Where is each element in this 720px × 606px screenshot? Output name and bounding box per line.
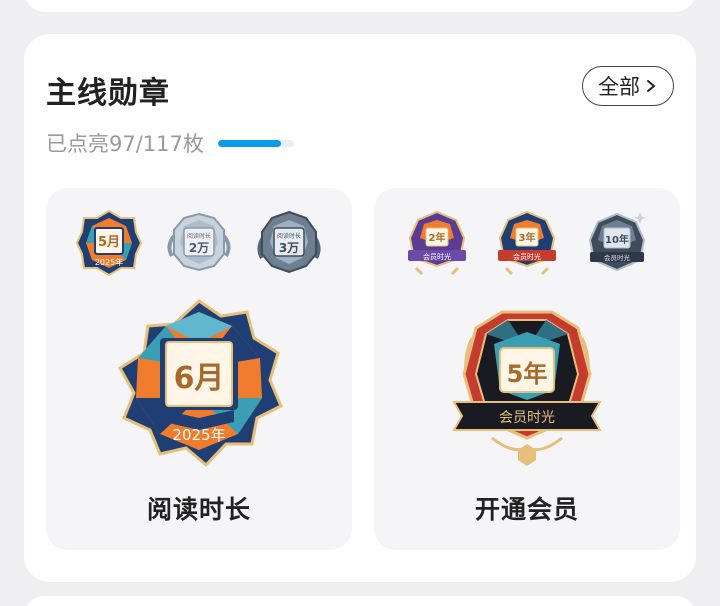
membership-5-year-badge-large-icon[interactable]: 5年 会员时光 (442, 298, 612, 468)
membership-10-year-badge-icon[interactable]: 10年 会员时光 (582, 208, 652, 278)
big-badge-bottom-text: 会员时光 (499, 410, 555, 426)
small-badge-top-text: 2年 (429, 231, 446, 244)
small-badge-top-text: 5月 (98, 235, 120, 250)
progress-fill (217, 139, 281, 147)
progress-bar (217, 139, 294, 147)
reading-20k-badge-icon[interactable]: 阅读时长 2万 (164, 208, 234, 278)
previous-card (24, 0, 696, 12)
small-badge-row: 5月 2025年 阅读时长 2万 阅读时长 3万 (46, 208, 352, 278)
membership-3-year-badge-icon[interactable]: 3年 会员时光 (492, 208, 562, 278)
view-all-label: 全部 (598, 75, 640, 99)
small-badge-top-text: 阅读时长 (277, 232, 301, 240)
small-badge-bottom-text: 2万 (189, 241, 209, 255)
main-badges-card: 主线勋章 全部 已点亮97/117枚 5月 2025年 阅读时长 2万 阅读时长… (24, 34, 696, 582)
small-badge-bottom-text: 会员时光 (513, 252, 541, 261)
month-badge-large-icon[interactable]: 6月 2025年 (114, 298, 284, 468)
chevron-right-icon (647, 80, 655, 92)
next-card (24, 596, 696, 606)
small-badge-top-text: 3年 (519, 231, 536, 244)
progress-text: 已点亮97/117枚 (46, 132, 204, 156)
small-badge-bottom-text: 会员时光 (423, 252, 451, 261)
progress-row: 已点亮97/117枚 (46, 128, 294, 158)
small-badge-bottom-text: 会员时光 (604, 253, 631, 262)
badge-panel-membership[interactable]: 2年 会员时光 3年 会员时光 10年 会员时光 5年 会员时光 开通会员 (374, 188, 680, 550)
view-all-button[interactable]: 全部 (582, 66, 674, 106)
big-badge-top-text: 5年 (507, 360, 548, 388)
small-badge-bottom-text: 3万 (279, 241, 299, 255)
section-title: 主线勋章 (46, 76, 170, 111)
panel-label: 开通会员 (474, 495, 579, 524)
badge-panel-reading-time[interactable]: 5月 2025年 阅读时长 2万 阅读时长 3万 6月 2025年 阅读时长 (46, 188, 352, 550)
big-badge-bottom-text: 2025年 (172, 426, 225, 444)
small-badge-bottom-text: 2025年 (95, 257, 123, 267)
small-badge-row: 2年 会员时光 3年 会员时光 10年 会员时光 (374, 208, 680, 278)
small-badge-top-text: 10年 (605, 233, 629, 246)
membership-2-year-badge-icon[interactable]: 2年 会员时光 (402, 208, 472, 278)
panel-label: 阅读时长 (146, 495, 251, 524)
month-badge-icon[interactable]: 5月 2025年 (74, 208, 144, 278)
big-badge-top-text: 6月 (174, 361, 225, 396)
small-badge-top-text: 阅读时长 (187, 232, 211, 240)
reading-30k-badge-icon[interactable]: 阅读时长 3万 (254, 208, 324, 278)
